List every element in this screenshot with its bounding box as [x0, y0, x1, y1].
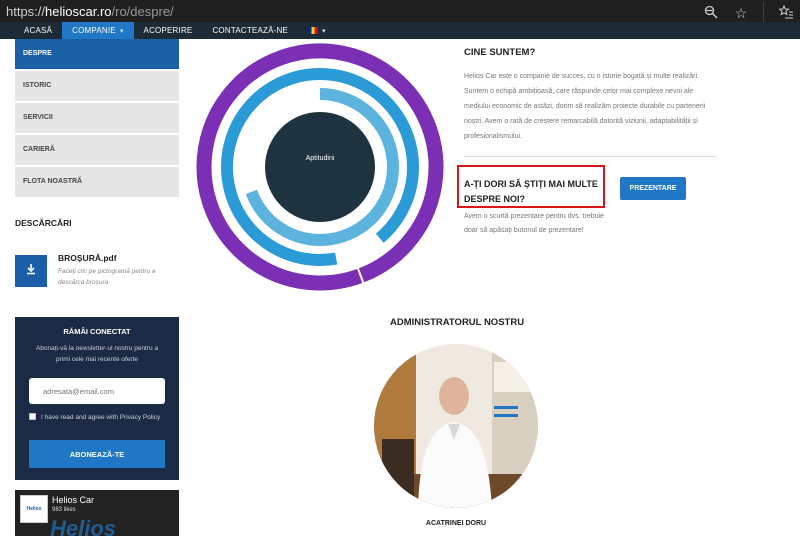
nav-item-acoperire[interactable]: ACOPERIRE [134, 22, 203, 39]
helios-logo: Helios [20, 495, 48, 523]
nav-item-acasa[interactable]: ACASĂ [14, 22, 62, 39]
sidebar-item-servicii[interactable]: SERVICII [15, 103, 179, 133]
administrator-photo [374, 344, 538, 508]
terms-checkbox[interactable] [29, 413, 36, 420]
about-heading: CINE SUNTEM? [464, 47, 536, 58]
fb-logo-text: Helios [26, 506, 42, 512]
zoom-icon[interactable] [703, 5, 719, 21]
favorites-icon[interactable] [778, 4, 794, 21]
brochure-title[interactable]: BROȘURĂ.pdf [58, 253, 117, 263]
nav-item-contact[interactable]: CONTACTEAZĂ-NE [202, 22, 298, 39]
sidebar-menu: DESPRE ISTORIC SERVICII CARIERĂ FLOTA NO… [15, 39, 179, 199]
sidebar-item-despre[interactable]: DESPRE [15, 39, 179, 69]
star-icon[interactable]: ☆ [733, 5, 749, 21]
nav-item-companie[interactable]: COMPANIE ▾ [62, 22, 134, 39]
facebook-likes: 983 likes [52, 507, 76, 513]
romania-flag-icon [308, 27, 318, 35]
sidebar-item-flota[interactable]: FLOTA NOASTRĂ [15, 167, 179, 197]
chevron-down-icon: ▾ [322, 28, 326, 35]
language-selector[interactable]: ▾ [298, 22, 336, 39]
url-text[interactable]: https://helioscar.ro/ro/despre/ [0, 4, 174, 19]
sidebar-item-istoric[interactable]: ISTORIC [15, 71, 179, 101]
section-divider [464, 156, 717, 157]
newsletter-title: RĂMÂI CONECTAT [63, 327, 131, 336]
administrator-name: ACATRINEI DORU [425, 520, 487, 527]
download-button[interactable] [15, 255, 47, 287]
about-text: Helios Car este o companie de succes, cu… [464, 73, 706, 140]
newsletter-panel: RĂMÂI CONECTAT Abonați-vă la newsletter-… [15, 317, 179, 480]
presentation-button[interactable]: PREZENTARE [620, 177, 686, 200]
main-navigation: ACASĂ COMPANIE ▾ ACOPERIRE CONTACTEAZĂ-NE… [0, 22, 800, 39]
newsletter-description: Abonați-vă la newsletter-ul nostru pentr… [35, 345, 159, 363]
administrator-heading: ADMINISTRATORUL NOSTRU [390, 317, 525, 328]
url-scheme: https:// [6, 3, 46, 19]
toolbar-divider [763, 2, 764, 24]
download-icon [25, 262, 37, 280]
chevron-down-icon: ▾ [119, 28, 124, 35]
browser-address-bar[interactable]: https://helioscar.ro/ro/despre/ ☆ [0, 0, 800, 24]
newsletter-email-input[interactable] [29, 378, 165, 404]
cta-heading: A-ȚI DORI SĂ ȘTIȚI MAI MULTE DESPRE NOI? [464, 179, 598, 204]
facebook-widget[interactable]: Helios Helios Car 983 likes Helios [15, 490, 179, 536]
facebook-cover-text: Helios [50, 516, 117, 536]
rings-center-label: Aptitudini [305, 155, 335, 162]
url-path: /ro/despre/ [111, 3, 174, 19]
cta-text: Avem o scurtă prezentare pentru dvs. tre… [464, 213, 604, 234]
nav-item-companie-label: COMPANIE [72, 26, 116, 35]
url-domain: helioscar.ro [45, 3, 112, 19]
skills-rings-graphic [196, 43, 444, 291]
newsletter-terms-label: I have read and agree with Privacy Polic… [41, 414, 161, 421]
facebook-page-name[interactable]: Helios Car [52, 495, 94, 505]
downloads-heading: DESCĂRCĂRI [15, 218, 72, 228]
rings-center-circle [265, 112, 375, 222]
sidebar-item-cariera[interactable]: CARIERĂ [15, 135, 179, 165]
brochure-description: Faceți clic pe pictogramă pentru a descă… [58, 268, 156, 286]
subscribe-button[interactable]: ABONEAZĂ-TE [29, 440, 165, 468]
